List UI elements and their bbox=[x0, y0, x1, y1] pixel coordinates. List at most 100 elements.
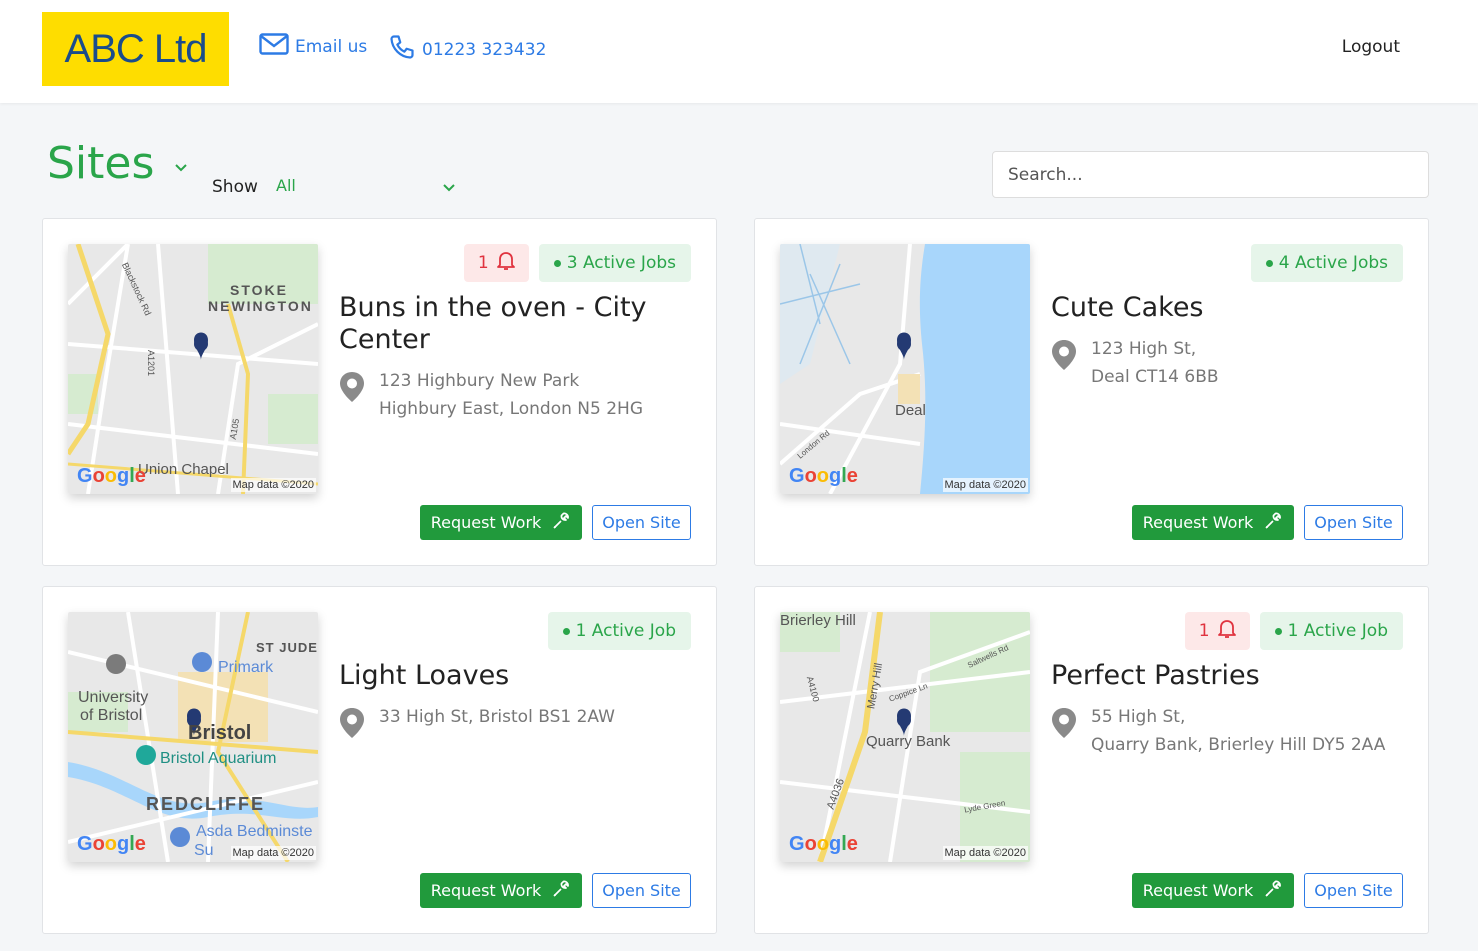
site-map[interactable]: ST JUDE Primark University of Bristol Br… bbox=[68, 612, 318, 862]
status-dot bbox=[562, 627, 570, 635]
alert-badge[interactable]: 1 bbox=[463, 244, 529, 282]
site-card: ST JUDE Primark University of Bristol Br… bbox=[42, 586, 717, 934]
show-filter-select[interactable]: All bbox=[276, 176, 456, 196]
active-jobs-badge[interactable]: 1 Active Job bbox=[547, 612, 691, 650]
card-badges: 4 Active Jobs bbox=[1250, 244, 1403, 282]
request-work-button[interactable]: Request Work bbox=[420, 505, 582, 540]
map-credit: Map data ©2020 bbox=[942, 478, 1028, 492]
alert-badge[interactable]: 1 bbox=[1184, 612, 1250, 650]
wrench-icon bbox=[1263, 511, 1283, 535]
site-map[interactable]: Deal London Rd Google Map data ©2020 bbox=[780, 244, 1030, 494]
company-logo[interactable]: ABC Ltd bbox=[42, 12, 229, 86]
page-title[interactable]: Sites bbox=[47, 138, 154, 189]
request-work-button[interactable]: Request Work bbox=[1132, 505, 1294, 540]
map-label: Deal bbox=[895, 402, 926, 419]
status-dot bbox=[1274, 627, 1282, 635]
email-label: Email us bbox=[295, 36, 368, 57]
map-label: Bristol Aquarium bbox=[160, 750, 277, 767]
status-dot bbox=[1265, 259, 1273, 267]
map-label: NEWINGTON bbox=[208, 298, 313, 314]
card-badges: 1 1 Active Job bbox=[1184, 612, 1403, 650]
google-logo: Google bbox=[789, 833, 858, 855]
phone-link[interactable]: 01223 323432 bbox=[388, 33, 546, 66]
open-site-button[interactable]: Open Site bbox=[592, 873, 691, 908]
bell-icon bbox=[1217, 619, 1236, 644]
map-label: University bbox=[78, 689, 149, 706]
site-map[interactable]: Brierley Hill Merry Hill A4100 Saltwells… bbox=[780, 612, 1030, 862]
map-label: Primark bbox=[218, 659, 274, 676]
address-line-1: 123 High St, bbox=[1091, 339, 1197, 359]
google-logo: Google bbox=[77, 465, 146, 487]
site-name[interactable]: Buns in the oven - City Center bbox=[339, 292, 679, 356]
map-label: Su bbox=[194, 842, 214, 859]
map-label: STOKE bbox=[230, 282, 288, 298]
google-logo: Google bbox=[789, 465, 858, 487]
card-badges: 1 Active Job bbox=[547, 612, 691, 650]
map-credit: Map data ©2020 bbox=[230, 478, 316, 492]
site-card: Brierley Hill Merry Hill A4100 Saltwells… bbox=[754, 586, 1429, 934]
request-work-label: Request Work bbox=[430, 881, 542, 900]
site-name[interactable]: Light Loaves bbox=[339, 660, 679, 692]
bell-icon bbox=[496, 251, 515, 276]
site-address: 55 High St, Quarry Bank, Brierley Hill D… bbox=[1051, 703, 1385, 759]
request-work-button[interactable]: Request Work bbox=[1132, 873, 1294, 908]
map-label: Bristol bbox=[188, 722, 252, 744]
map-credit: Map data ©2020 bbox=[230, 846, 316, 860]
map-credit: Map data ©2020 bbox=[942, 846, 1028, 860]
address-line-2: Deal CT14 6BB bbox=[1091, 367, 1219, 387]
open-site-button[interactable]: Open Site bbox=[592, 505, 691, 540]
location-pin-icon bbox=[339, 707, 365, 743]
active-jobs-label: 1 Active Job bbox=[575, 621, 676, 641]
active-jobs-badge[interactable]: 1 Active Job bbox=[1259, 612, 1403, 650]
phone-label: 01223 323432 bbox=[422, 39, 547, 60]
request-work-button[interactable]: Request Work bbox=[420, 873, 582, 908]
site-address: 33 High St, Bristol BS1 2AW bbox=[339, 703, 615, 743]
map-label: Quarry Bank bbox=[866, 733, 951, 750]
site-card: STOKE NEWINGTON Union Chapel A1201 A105 … bbox=[42, 218, 717, 566]
site-map[interactable]: STOKE NEWINGTON Union Chapel A1201 A105 … bbox=[68, 244, 318, 494]
active-jobs-label: 4 Active Jobs bbox=[1278, 253, 1388, 273]
site-address: 123 Highbury New Park Highbury East, Lon… bbox=[339, 367, 643, 423]
map-label: A1201 bbox=[146, 349, 157, 377]
location-pin-icon bbox=[1051, 707, 1077, 759]
alert-count: 1 bbox=[477, 253, 489, 273]
active-jobs-label: 3 Active Jobs bbox=[566, 253, 676, 273]
mail-icon bbox=[259, 33, 289, 60]
map-label: of Bristol bbox=[80, 707, 143, 724]
active-jobs-label: 1 Active Job bbox=[1287, 621, 1388, 641]
map-label: REDCLIFFE bbox=[146, 794, 265, 814]
map-label: Union Chapel bbox=[138, 461, 229, 478]
card-badges: 1 3 Active Jobs bbox=[463, 244, 691, 282]
site-name[interactable]: Perfect Pastries bbox=[1051, 660, 1391, 692]
wrench-icon bbox=[551, 879, 571, 903]
wrench-icon bbox=[1263, 879, 1283, 903]
request-work-label: Request Work bbox=[1142, 881, 1254, 900]
status-dot bbox=[553, 259, 561, 267]
show-filter-value: All bbox=[276, 176, 296, 195]
site-card: Deal London Rd Google Map data ©2020 4 A… bbox=[754, 218, 1429, 566]
chevron-down-icon[interactable] bbox=[174, 158, 188, 177]
map-label: Asda Bedminste bbox=[196, 823, 313, 840]
site-name[interactable]: Cute Cakes bbox=[1051, 292, 1391, 324]
show-label: Show bbox=[212, 177, 258, 197]
map-label: ST JUDE bbox=[256, 640, 318, 655]
open-site-button[interactable]: Open Site bbox=[1304, 873, 1403, 908]
top-bar: ABC Ltd Email us 01223 323432 Logout bbox=[0, 0, 1478, 103]
site-address: 123 High St, Deal CT14 6BB bbox=[1051, 335, 1219, 391]
wrench-icon bbox=[551, 511, 571, 535]
search-input[interactable] bbox=[992, 151, 1429, 198]
active-jobs-badge[interactable]: 4 Active Jobs bbox=[1250, 244, 1403, 282]
location-pin-icon bbox=[1051, 339, 1077, 391]
logout-link[interactable]: Logout bbox=[1342, 37, 1400, 57]
phone-icon bbox=[388, 33, 416, 66]
address-line-1: 123 Highbury New Park bbox=[379, 371, 580, 391]
active-jobs-badge[interactable]: 3 Active Jobs bbox=[538, 244, 691, 282]
email-link[interactable]: Email us bbox=[259, 33, 367, 60]
address-line-1: 33 High St, Bristol BS1 2AW bbox=[379, 707, 615, 727]
request-work-label: Request Work bbox=[1142, 513, 1254, 532]
request-work-label: Request Work bbox=[430, 513, 542, 532]
open-site-button[interactable]: Open Site bbox=[1304, 505, 1403, 540]
logo-text: ABC Ltd bbox=[64, 26, 208, 71]
address-line-2: Quarry Bank, Brierley Hill DY5 2AA bbox=[1091, 735, 1386, 755]
location-pin-icon bbox=[339, 371, 365, 423]
